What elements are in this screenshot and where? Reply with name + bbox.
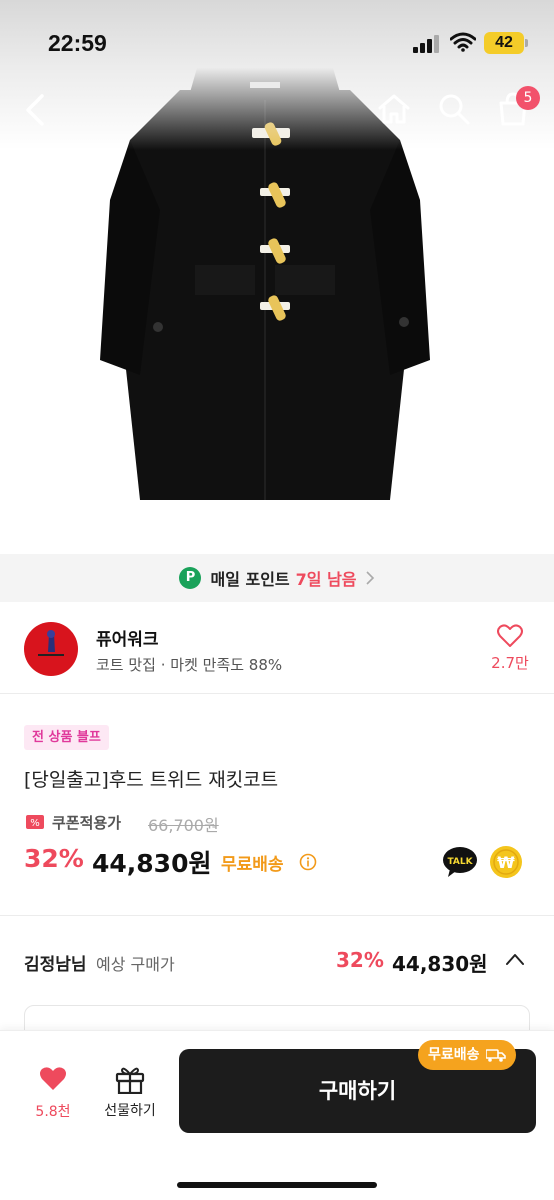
cart-count-badge: 5 — [516, 86, 540, 110]
chevron-up-icon[interactable] — [505, 952, 525, 966]
shop-name[interactable]: 퓨어워크 — [96, 625, 159, 650]
free-shipping-label: 무료배송 — [221, 855, 284, 875]
won-icon-text: ₩ — [497, 853, 515, 872]
svg-text:%: % — [30, 818, 40, 829]
gift-button-label[interactable]: 선물하기 — [96, 1100, 164, 1120]
talk-icon-text: TALK — [447, 857, 473, 867]
shop-info-row[interactable]: 퓨어워크 코트 맛집 · 마켓 만족도 88% 2.7만 — [0, 602, 554, 694]
cellular-signal-icon — [413, 35, 439, 53]
discount-rate: 32% — [24, 844, 84, 873]
points-days-left: 7일 남음 — [295, 570, 357, 589]
like-count: 5.8천 — [35, 1104, 71, 1120]
like-heart-icon[interactable] — [39, 1066, 67, 1092]
points-label: 매일 포인트 — [210, 570, 290, 589]
shop-like-heart-icon[interactable] — [497, 624, 523, 648]
free-shipping-chip-label: 무료배송 — [428, 1047, 480, 1063]
back-arrow-icon[interactable] — [22, 90, 52, 130]
shop-description: 코트 맛집 · 마켓 만족도 88% — [96, 656, 283, 674]
section-divider — [0, 915, 554, 916]
estimate-price: 44,830원 — [392, 952, 488, 976]
product-image-area[interactable]: 22:59 42 5 — [0, 0, 554, 553]
kakao-talk-icon[interactable]: TALK — [442, 845, 478, 879]
promo-tag: 전 상품 블프 — [24, 725, 109, 750]
daily-points-banner[interactable]: P 매일 포인트 7일 남음 — [0, 554, 554, 602]
battery-tip — [525, 39, 528, 47]
search-icon[interactable] — [436, 91, 472, 127]
product-title: [당일출고]후드 트위드 재킷코트 — [24, 769, 279, 791]
coupon-price-label: 쿠폰적용가 — [52, 814, 122, 832]
home-icon[interactable] — [376, 91, 412, 127]
shop-logo[interactable] — [24, 622, 78, 676]
free-shipping-chip: 무료배송 — [418, 1040, 516, 1070]
estimate-user-name: 김정남님 — [24, 955, 87, 975]
chevron-right-icon — [365, 571, 374, 585]
coupon-icon: % — [26, 815, 44, 829]
truck-icon — [485, 1049, 506, 1062]
status-time: 22:59 — [48, 30, 107, 56]
estimate-label: 예상 구매가 — [96, 955, 175, 974]
battery-indicator: 42 — [484, 32, 524, 54]
original-price: 66,700원 — [148, 816, 219, 835]
home-indicator — [177, 1182, 377, 1188]
gift-icon[interactable] — [114, 1064, 146, 1094]
shop-like-count: 2.7만 — [491, 654, 529, 672]
wifi-icon — [450, 32, 476, 52]
sale-price: 44,830원 — [92, 849, 212, 878]
shop-logo-graphic — [38, 630, 64, 656]
status-bar: 22:59 42 — [0, 0, 554, 86]
points-icon: P — [179, 567, 202, 589]
estimate-discount: 32% — [336, 948, 384, 972]
info-icon[interactable] — [299, 853, 317, 871]
won-coin-icon[interactable]: ₩ — [489, 845, 523, 879]
